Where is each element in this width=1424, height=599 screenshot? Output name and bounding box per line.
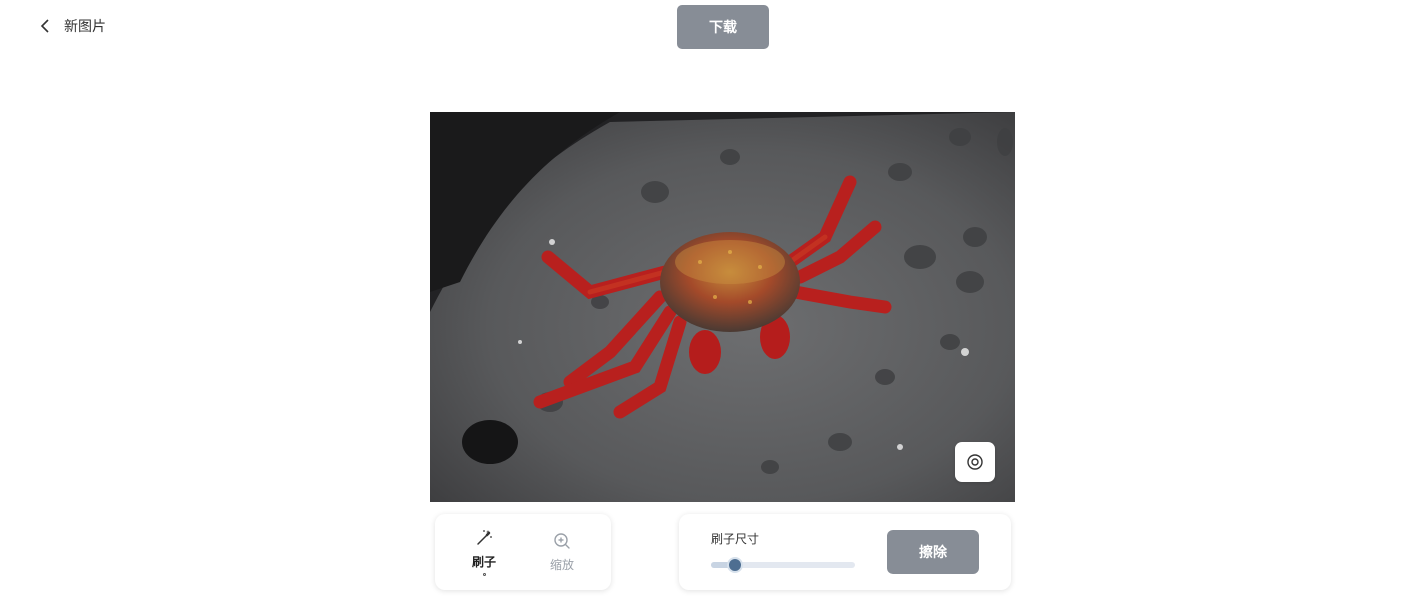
download-button[interactable]: 下载 bbox=[677, 5, 769, 49]
crab-photo bbox=[430, 112, 1015, 502]
zoom-tool[interactable]: 缩放 bbox=[532, 532, 592, 573]
brush-tool-label: 刷子 bbox=[471, 554, 496, 569]
chevron-left-icon bbox=[40, 19, 49, 33]
tool-selector: 刷子 缩放 bbox=[435, 514, 611, 590]
eye-icon bbox=[967, 454, 983, 470]
zoom-tool-label: 缩放 bbox=[549, 557, 574, 572]
image-canvas[interactable] bbox=[430, 112, 1015, 502]
brush-settings-panel: 刷子尺寸 擦除 bbox=[679, 514, 1011, 590]
magic-wand-icon bbox=[477, 529, 492, 545]
brush-tool[interactable]: 刷子 bbox=[454, 529, 514, 576]
preview-toggle-button[interactable] bbox=[955, 442, 995, 482]
zoom-in-icon bbox=[554, 532, 570, 549]
slider-thumb[interactable] bbox=[727, 557, 744, 573]
back-label: 新图片 bbox=[64, 19, 106, 35]
brush-size-label: 刷子尺寸 bbox=[711, 532, 760, 546]
back-button[interactable]: 新图片 bbox=[36, 16, 106, 36]
erase-button[interactable]: 擦除 bbox=[887, 530, 979, 574]
brush-size-slider[interactable] bbox=[711, 557, 855, 573]
active-indicator bbox=[482, 572, 486, 576]
